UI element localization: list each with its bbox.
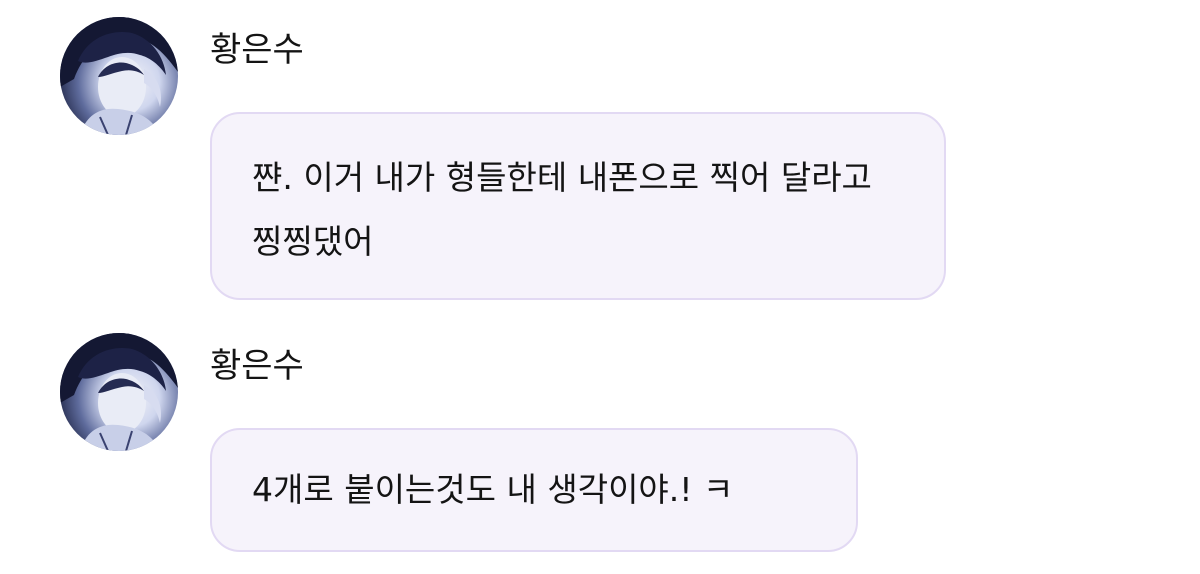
sender-name: 황은수 xyxy=(210,30,304,70)
avatar[interactable] xyxy=(60,333,178,451)
sender-name: 황은수 xyxy=(210,346,304,386)
message-bubble[interactable]: 4개로 붙이는것도 내 생각이야.! ㅋ xyxy=(210,428,858,552)
message-text: 4개로 붙이는것도 내 생각이야.! ㅋ xyxy=(252,470,734,509)
message-bubble[interactable]: 쨘. 이거 내가 형들한테 내폰으로 찍어 달라고 찡찡댔어 xyxy=(210,112,946,300)
avatar[interactable] xyxy=(60,17,178,135)
message-text: 쨘. 이거 내가 형들한테 내폰으로 찍어 달라고 찡찡댔어 xyxy=(252,158,872,261)
user-avatar-photo-icon xyxy=(60,17,178,135)
user-avatar-photo-icon xyxy=(60,333,178,451)
